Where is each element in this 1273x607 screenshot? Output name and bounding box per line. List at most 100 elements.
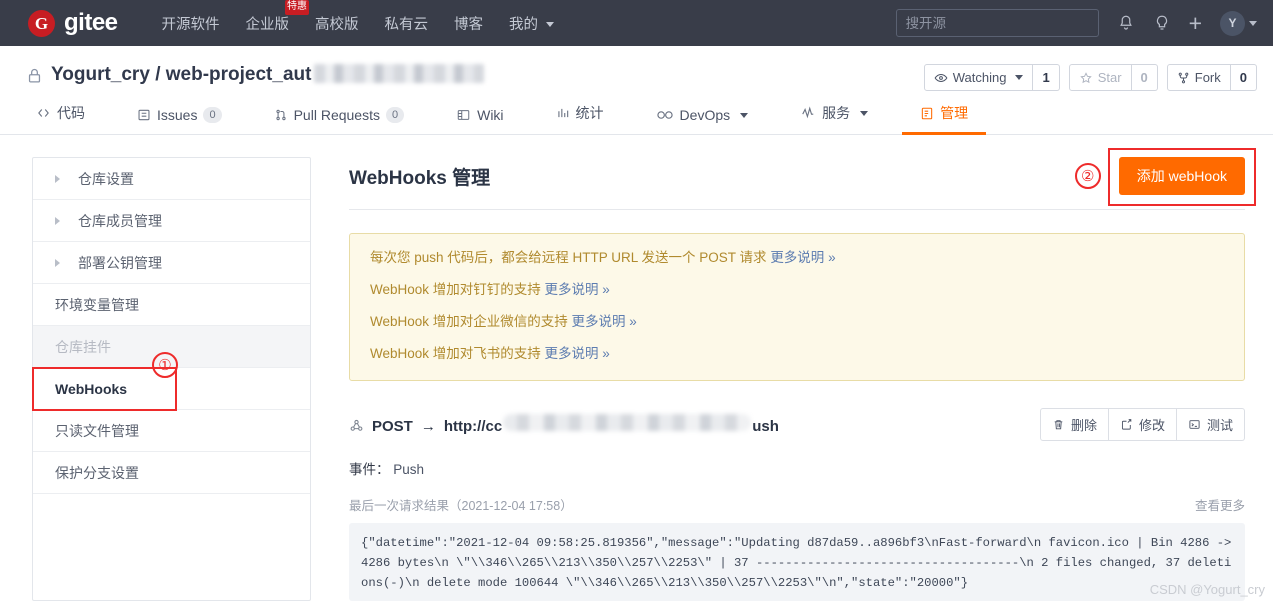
tab-count: 0 <box>385 107 405 123</box>
watch-button-group[interactable]: Watching 1 <box>923 64 1060 91</box>
bell-icon[interactable] <box>1117 14 1135 32</box>
tab-services[interactable]: 服务 <box>774 103 894 134</box>
breadcrumb-separator: / <box>155 64 161 85</box>
sidebar-item-label: 部署公钥管理 <box>78 254 162 271</box>
nav-link-mine[interactable]: 我的 <box>509 13 555 34</box>
add-webhook-button[interactable]: 添加 webHook <box>1118 157 1245 195</box>
tab-wiki[interactable]: Wiki <box>430 107 529 134</box>
trash-icon <box>1054 420 1063 430</box>
lightbulb-icon[interactable] <box>1153 14 1171 32</box>
repo-name[interactable]: web-project_aut <box>166 64 312 85</box>
chevron-down-icon <box>546 21 555 27</box>
action-label: 删除 <box>1070 418 1097 433</box>
webhook-url-prefix: http://cc <box>443 418 503 435</box>
sidebar-item-deploy-keys[interactable]: 部署公钥管理 <box>33 242 310 284</box>
eye-icon <box>934 73 948 82</box>
webhook-url-suffix: ush <box>752 418 779 435</box>
watch-count[interactable]: 1 <box>1033 64 1060 91</box>
top-navigation-bar: G gitee 开源软件 企业版 特惠 高校版 私有云 博客 我的 搜开源 + … <box>0 0 1273 46</box>
repository-title: Yogurt_cry / web-project_aut <box>26 64 485 86</box>
notice-text: WebHook 增加对飞书的支持 <box>370 346 545 361</box>
notice-more-link[interactable]: 更多说明 » <box>545 282 610 297</box>
notice-more-link[interactable]: 更多说明 » <box>770 250 835 265</box>
settings-sidebar: 仓库设置 仓库成员管理 部署公钥管理 环境变量管理 仓库挂件 WebHooks … <box>32 157 311 601</box>
chevron-right-icon <box>55 174 60 183</box>
gitee-mark-icon: G <box>28 9 55 37</box>
nav-link-campus[interactable]: 高校版 <box>315 13 359 34</box>
search-input[interactable] <box>895 9 1099 37</box>
nav-link-open-source[interactable]: 开源软件 <box>162 13 220 34</box>
action-label: 修改 <box>1138 418 1165 433</box>
pull-request-icon <box>274 108 288 122</box>
nav-link-label: 我的 <box>509 16 539 33</box>
primary-nav-links: 开源软件 企业版 特惠 高校版 私有云 博客 我的 <box>162 0 555 34</box>
tab-label: 代码 <box>57 105 85 121</box>
test-button[interactable]: 测试 <box>1176 408 1245 441</box>
notice-more-link[interactable]: 更多说明 » <box>545 346 610 361</box>
star-button-group[interactable]: Star 0 <box>1068 64 1158 91</box>
sidebar-item-members[interactable]: 仓库成员管理 <box>33 200 310 242</box>
annotation-marker-1: ① <box>152 352 178 378</box>
repository-actions: Watching 1 Star 0 Fork 0 <box>923 64 1257 91</box>
webhook-url[interactable]: POST → http://cc ush <box>349 414 779 435</box>
fork-button[interactable]: Fork <box>1166 64 1231 91</box>
manage-icon <box>920 106 934 121</box>
fork-count[interactable]: 0 <box>1230 64 1257 91</box>
webhook-icon <box>349 418 364 437</box>
delete-button[interactable]: 删除 <box>1039 408 1109 441</box>
content-header: WebHooks 管理 ② 添加 webHook <box>349 148 1256 210</box>
nav-link-blog[interactable]: 博客 <box>454 13 483 34</box>
watch-button[interactable]: Watching <box>923 64 1034 91</box>
nav-link-private-cloud[interactable]: 私有云 <box>385 13 429 34</box>
sidebar-item-label: 仓库挂件 <box>55 338 111 355</box>
fork-label: Fork <box>1194 70 1221 85</box>
brand-name: gitee <box>64 9 118 36</box>
nav-link-label: 博客 <box>454 16 484 33</box>
tab-manage[interactable]: 管理 <box>894 103 994 135</box>
nav-link-label: 开源软件 <box>161 16 220 33</box>
repository-tabs: 代码 Issues 0 Pull Requests 0 Wiki 统计 DevO… <box>0 91 1273 135</box>
header-actions: ② 添加 webHook <box>1074 148 1256 206</box>
star-label: Star <box>1097 70 1122 85</box>
tab-label: Wiki <box>477 107 504 123</box>
webhook-arrow: → <box>420 418 436 435</box>
sidebar-item-readonly-files[interactable]: 只读文件管理 <box>33 410 310 452</box>
chevron-right-icon <box>55 216 60 225</box>
notice-text: WebHook 增加对企业微信的支持 <box>370 314 572 329</box>
tab-devops[interactable]: DevOps <box>630 107 775 134</box>
tab-statistics[interactable]: 统计 <box>530 103 630 134</box>
tab-code[interactable]: 代码 <box>26 103 111 134</box>
page-body: 仓库设置 仓库成员管理 部署公钥管理 环境变量管理 仓库挂件 WebHooks … <box>0 135 1273 601</box>
last-result-label: 最后一次请求结果（2021-12-04 17:58） <box>349 499 573 513</box>
main-content: WebHooks 管理 ② 添加 webHook 每次您 push 代码后，都会… <box>349 148 1256 601</box>
tab-issues[interactable]: Issues 0 <box>111 107 248 134</box>
webhook-method: POST <box>372 418 413 435</box>
view-more-link[interactable]: 查看更多 <box>1195 495 1245 514</box>
nav-link-label: 私有云 <box>384 16 429 33</box>
plus-icon[interactable]: + <box>1189 11 1202 35</box>
nav-link-enterprise[interactable]: 企业版 特惠 <box>246 0 310 34</box>
tab-pull-requests[interactable]: Pull Requests 0 <box>248 107 431 134</box>
star-count[interactable]: 0 <box>1131 64 1158 91</box>
star-button[interactable]: Star <box>1068 64 1132 91</box>
notice-text: 每次您 push 代码后，都会给远程 HTTP URL 发送一个 POST 请求 <box>370 250 771 265</box>
sidebar-item-label: 仓库成员管理 <box>78 212 162 229</box>
fork-button-group[interactable]: Fork 0 <box>1166 64 1257 91</box>
edit-button[interactable]: 修改 <box>1108 408 1177 441</box>
lock-icon <box>26 66 43 85</box>
tab-label: 统计 <box>575 105 604 121</box>
sidebar-item-env-vars[interactable]: 环境变量管理 <box>33 284 310 326</box>
promo-badge: 特惠 <box>285 0 310 15</box>
webhook-event-row: 事件： Push <box>349 458 1245 478</box>
tab-label: 管理 <box>940 105 969 121</box>
notice-more-link[interactable]: 更多说明 » <box>572 314 637 329</box>
repo-owner[interactable]: Yogurt_cry <box>51 64 150 85</box>
sidebar-item-label: 只读文件管理 <box>55 422 139 439</box>
sidebar-item-repo-settings[interactable]: 仓库设置 <box>33 158 310 200</box>
user-menu[interactable]: Y <box>1220 10 1257 36</box>
sidebar-item-protected-branches[interactable]: 保护分支设置 <box>33 452 310 494</box>
gitee-logo[interactable]: G gitee <box>28 9 118 37</box>
event-label: 事件： <box>349 462 390 477</box>
nav-right-tools: + Y <box>895 9 1257 37</box>
add-webhook-wrapper: 添加 webHook <box>1107 148 1256 206</box>
